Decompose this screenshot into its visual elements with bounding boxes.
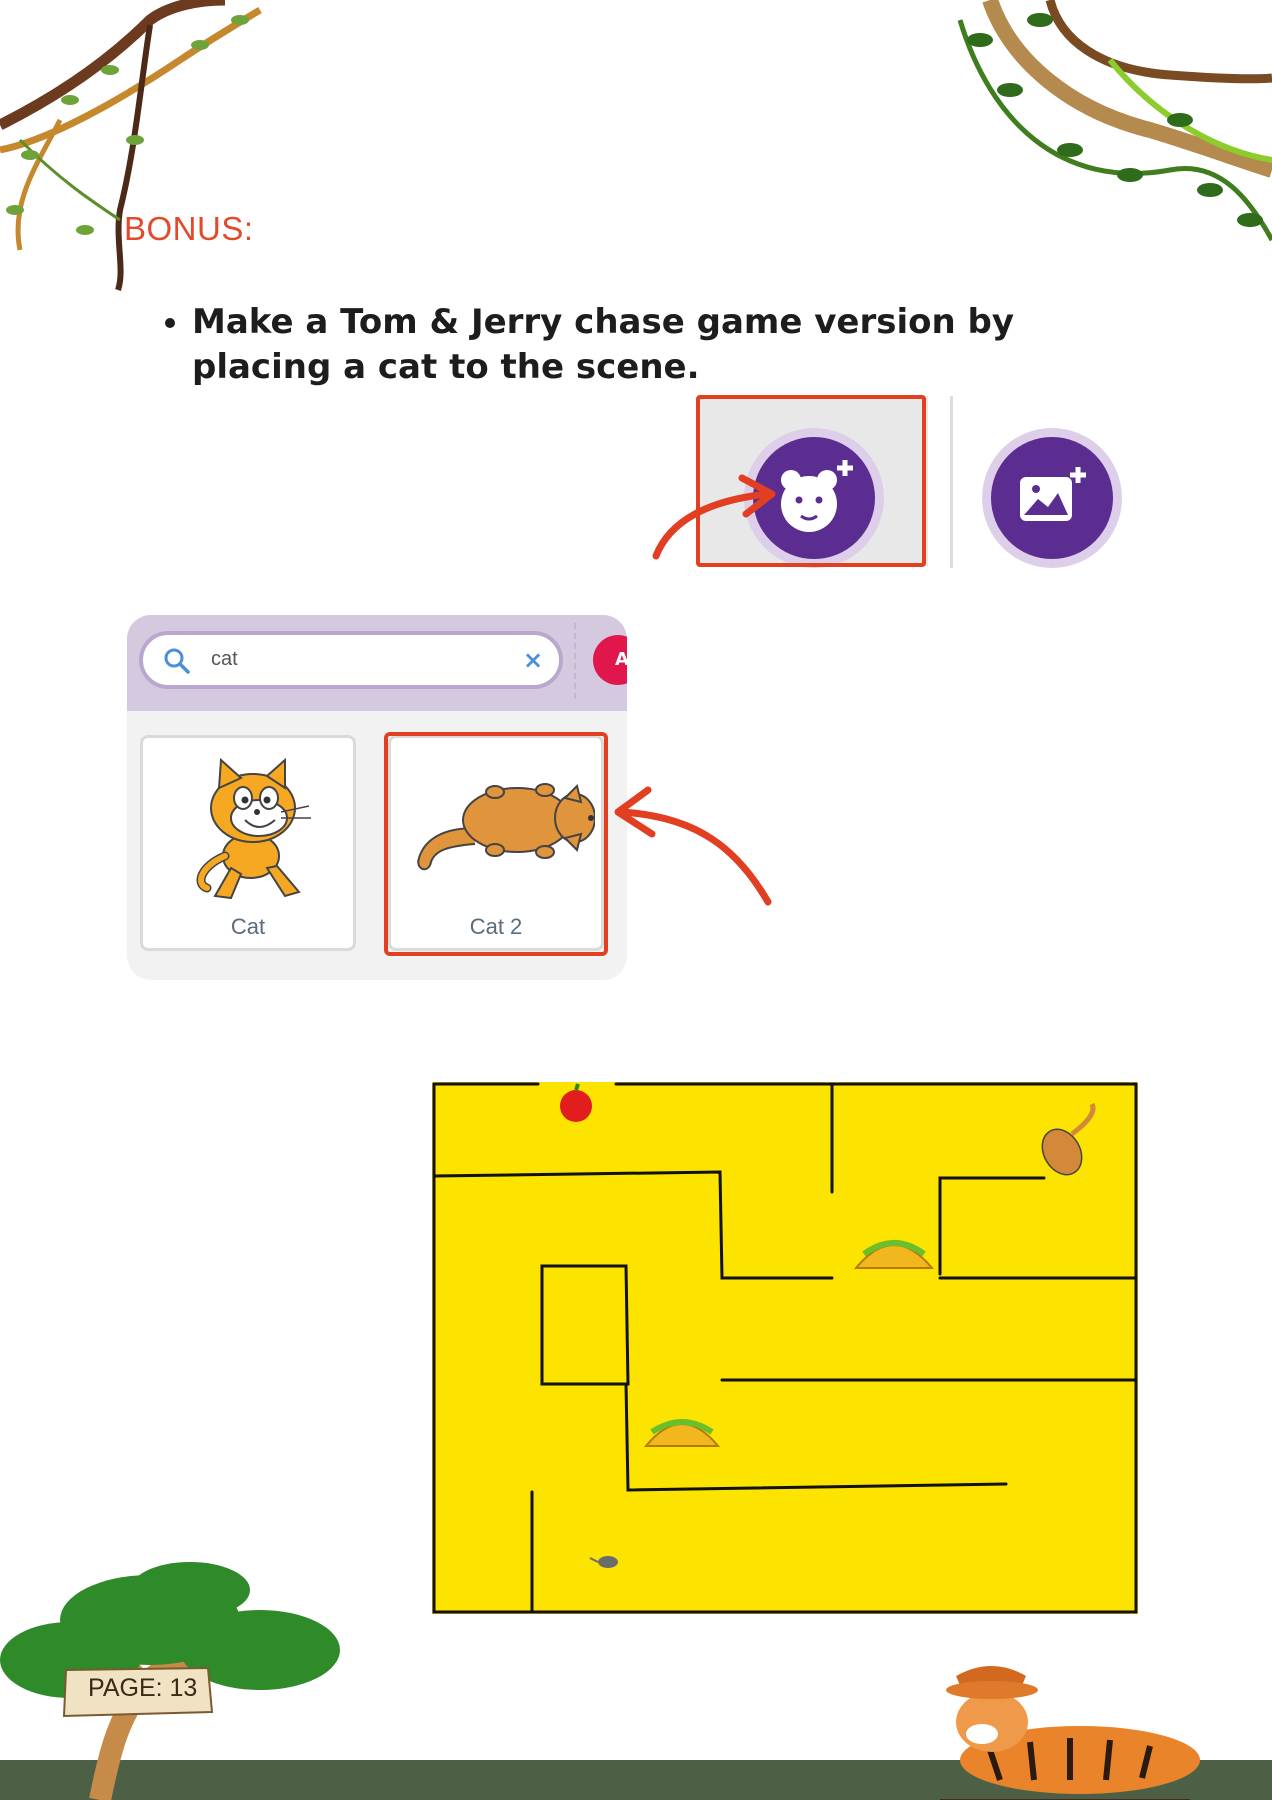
header-divider (574, 623, 576, 699)
taco-icon (643, 1419, 721, 1447)
vine-decoration-top-left (0, 0, 262, 291)
search-icon (164, 648, 190, 674)
arrow-to-cat-2 (614, 786, 772, 906)
sprite-picker-header: cat × A (127, 615, 627, 711)
cat-2-highlight (384, 732, 608, 956)
category-badge[interactable]: A (593, 635, 627, 685)
choose-backdrop-button[interactable] (982, 428, 1122, 568)
maze-stage (432, 1082, 1138, 1614)
bonus-heading: BONUS: (124, 210, 254, 247)
taco-icon (853, 1240, 935, 1269)
apple-icon (560, 1083, 592, 1122)
instruction-list: Make a Tom & Jerry chase game version by… (150, 300, 1150, 390)
search-value: cat (211, 648, 238, 670)
toolbar-divider (950, 396, 953, 568)
maze-walls (432, 1082, 1138, 1614)
page-number: PAGE: 13 (88, 1674, 198, 1702)
sprite-tile-label: Cat (230, 914, 266, 939)
search-input[interactable]: cat × (139, 631, 563, 689)
choose-backdrop-icon (1020, 467, 1086, 521)
arrow-to-sprite-button (652, 474, 776, 560)
cat-sprite-icon (196, 757, 311, 900)
cat-sprite-icon (1041, 1102, 1096, 1176)
sprite-tile-cat[interactable]: Cat (140, 735, 356, 951)
clear-search-icon[interactable]: × (523, 646, 543, 674)
mouse-sprite-icon (589, 1556, 618, 1568)
vine-decoration-top-right (957, 0, 1272, 242)
instruction-item: Make a Tom & Jerry chase game version by… (192, 300, 1150, 390)
tiger-decoration (940, 1666, 1200, 1800)
